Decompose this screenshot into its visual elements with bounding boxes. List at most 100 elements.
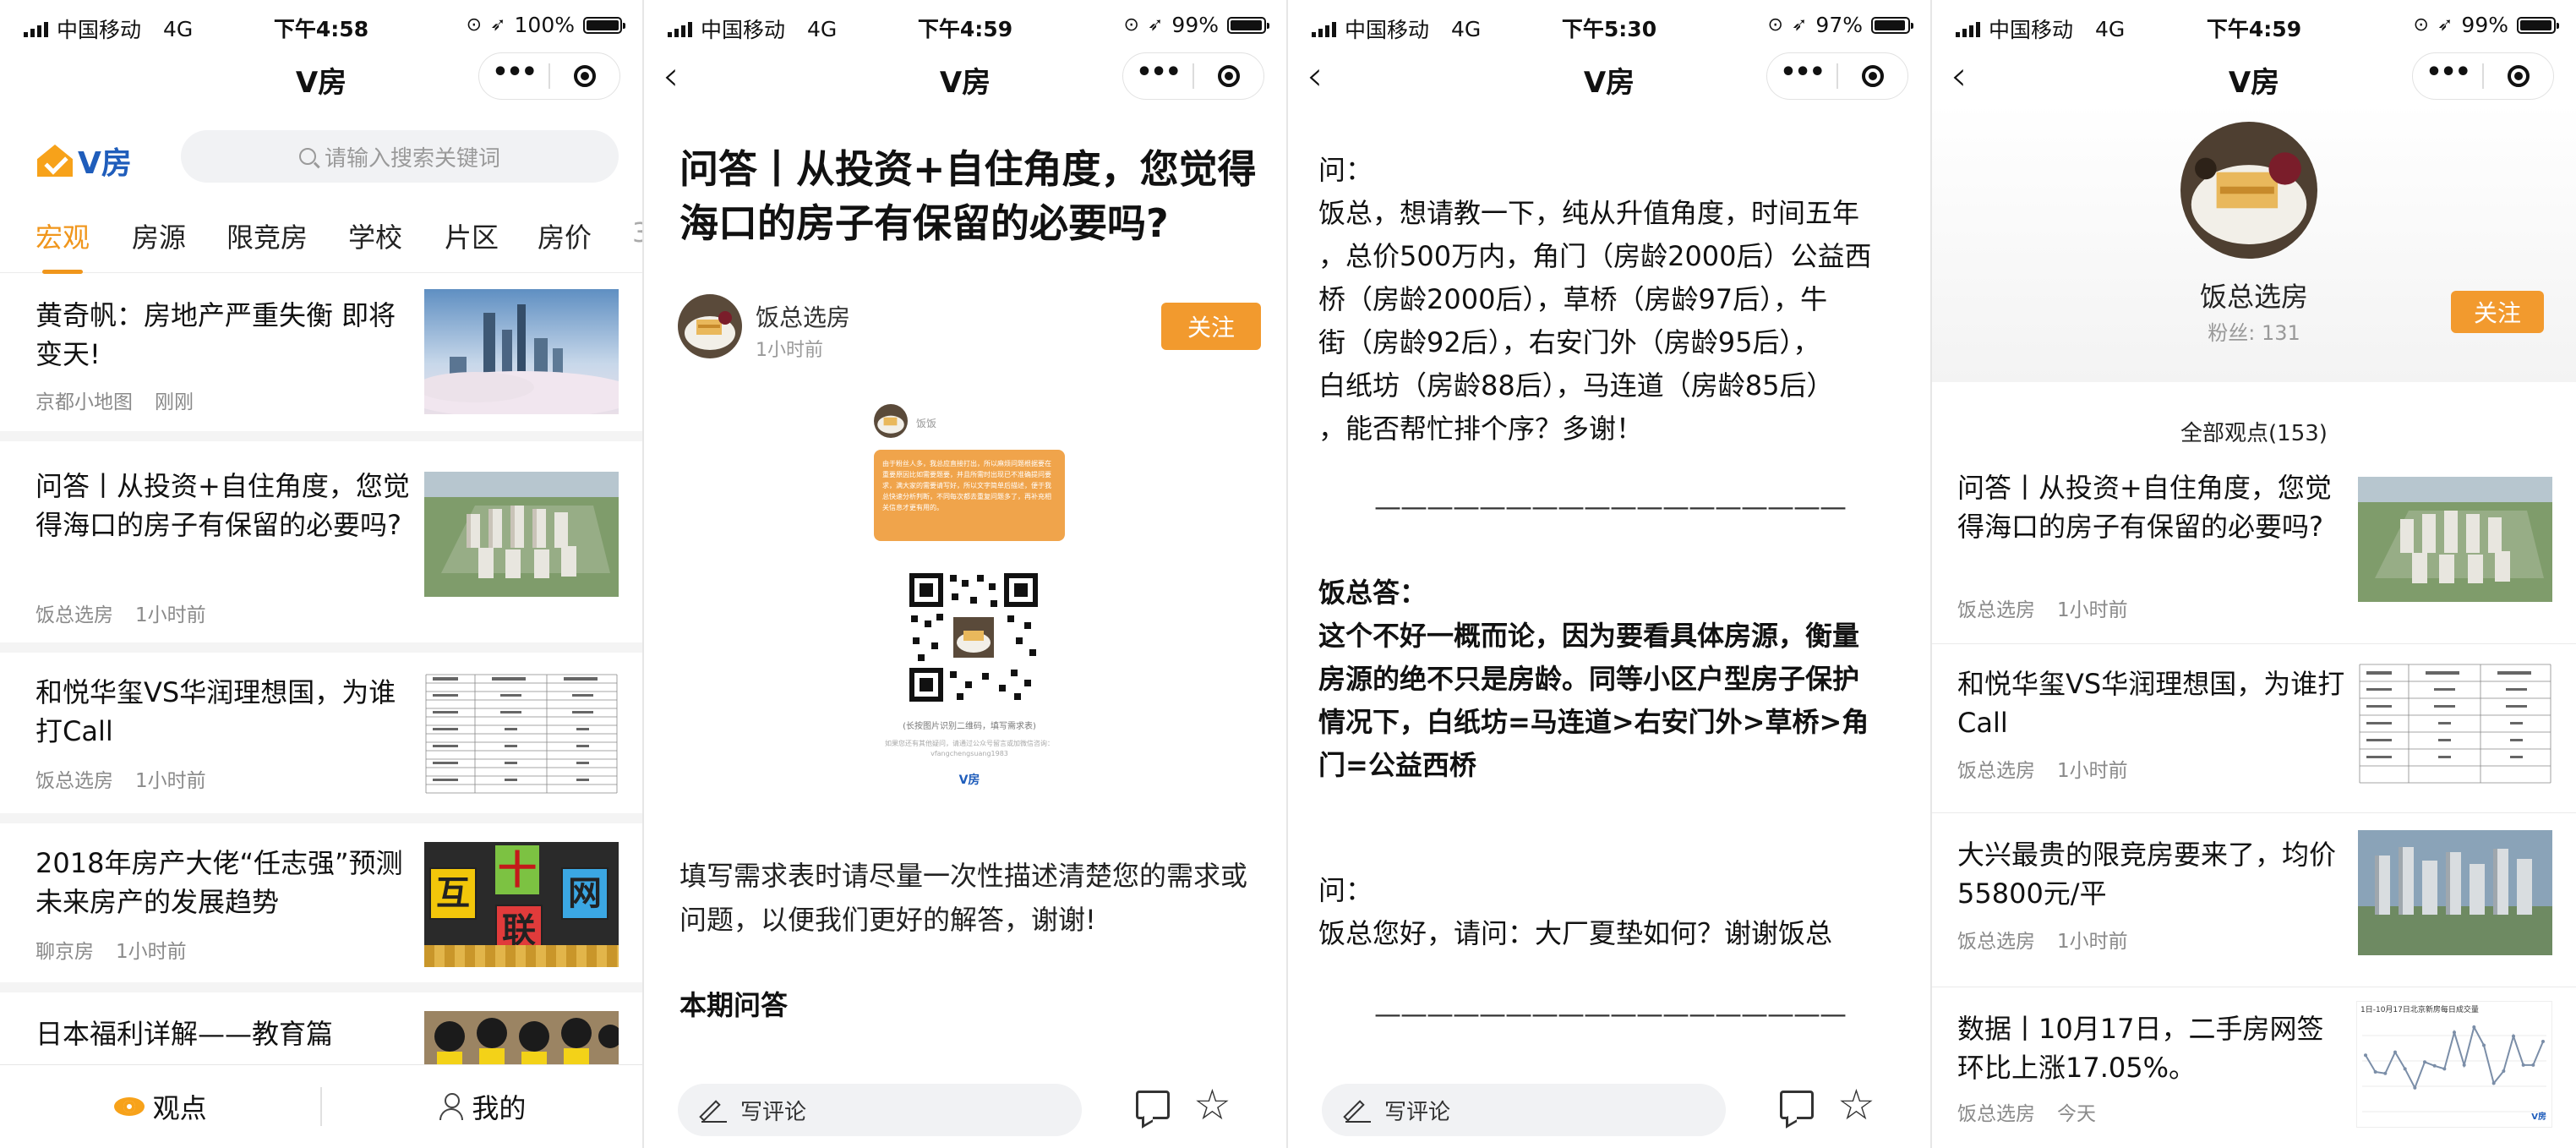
aerial-render-thumbnail <box>424 472 619 597</box>
card-brand: V房 <box>958 774 980 787</box>
battery-icon <box>583 16 625 34</box>
status-bar: 中国移动 4G 下午4:59 ⊙ ➶ 99% <box>1932 0 2576 52</box>
search-icon <box>298 148 316 165</box>
question-label: 问： <box>1318 154 1373 186</box>
list-item[interactable]: 数据丨10月17日，二手房网签环比上涨17.05%。 饭总选房 今天 1日-10月… <box>1932 987 2576 1148</box>
list-time: 1小时前 <box>2057 760 2128 782</box>
comment-input[interactable]: 写评论 <box>1322 1084 1726 1136</box>
tab-districts[interactable]: 片区 <box>445 216 499 255</box>
feed-source: 饭总选房 <box>35 604 113 626</box>
answer-line: 情况下，白纸坊=马连道>右安门外>草桥>角 <box>1318 706 1869 738</box>
chart-thumb-point <box>2472 1025 2476 1029</box>
comment-icon[interactable] <box>1136 1091 1170 1119</box>
tab-macro[interactable]: 宏观 <box>35 216 90 274</box>
close-miniapp-icon[interactable] <box>1194 65 1263 87</box>
list-source: 饭总选房 <box>1957 760 2035 782</box>
tab-prices[interactable]: 房价 <box>538 216 592 255</box>
feed-item[interactable]: 和悦华玺VS华润理想国，为谁打Call 饭总选房 1小时前 <box>0 653 642 823</box>
nav-bar: V房 ••• <box>0 52 642 103</box>
star-icon[interactable]: ☆ <box>1837 1084 1875 1126</box>
star-icon[interactable]: ☆ <box>1193 1084 1231 1126</box>
author-avatar[interactable] <box>678 294 742 358</box>
chart-thumb-point <box>2442 1067 2447 1071</box>
feed-item[interactable]: 2018年房产大佬“任志强”预测未来房产的发展趋势 聊京房 1小时前 互 十 网 … <box>0 823 642 992</box>
feed-title: 黄奇帆：房地产严重失衡 即将变天! <box>35 299 396 370</box>
feed-item[interactable]: 问答丨从投资+自住角度，您觉得海口的房子有保留的必要吗? 饭总选房 1小时前 <box>0 441 642 653</box>
battery-percent: 99% <box>1171 13 1219 37</box>
pencil-icon <box>1345 1097 1371 1123</box>
author-profile-screen: 中国移动 4G 下午4:59 ⊙ ➶ 99% ‹ V房 ••• 饭总选房 粉丝:… <box>1932 0 2576 1148</box>
battery-icon <box>1871 16 1913 34</box>
chart-thumb-point <box>2521 1063 2525 1067</box>
feed-item[interactable]: 黄奇帆：房地产严重失衡 即将变天! 京都小地图 刚刚 <box>0 274 642 441</box>
chart-thumb-point <box>2462 1063 2466 1067</box>
nav-bar: ‹ V房 ••• <box>1932 52 2576 103</box>
person-icon <box>438 1093 464 1120</box>
chart-thumb-point <box>2373 1069 2377 1074</box>
close-miniapp-icon[interactable] <box>550 65 619 87</box>
divider: —————————————————— <box>1374 998 1847 1030</box>
follow-button[interactable]: 关注 <box>2451 291 2544 333</box>
close-miniapp-icon[interactable] <box>2484 65 2553 87</box>
feed-time: 刚刚 <box>155 391 194 413</box>
list-time: 今天 <box>2057 1103 2096 1125</box>
follow-button[interactable]: 关注 <box>1161 303 1261 350</box>
answer-line: 这个不好一概而论，因为要看具体房源，衡量 <box>1318 620 1860 652</box>
comment-input[interactable]: 写评论 <box>678 1084 1082 1136</box>
tab-price-capped[interactable]: 限竞房 <box>226 216 308 255</box>
location-icon: ➶ <box>1147 14 1164 36</box>
tab-listings[interactable]: 房源 <box>132 216 186 255</box>
answer-line: 门=公益西桥 <box>1318 749 1476 781</box>
list-item[interactable]: 问答丨从投资+自住角度，您觉得海口的房子有保留的必要吗? 饭总选房 1小时前 <box>1932 451 2576 644</box>
location-icon: ➶ <box>1791 14 1808 36</box>
publish-time: 1小时前 <box>756 340 823 361</box>
comment-bar: 写评论 ☆ <box>1288 1065 1930 1148</box>
tab-schools[interactable]: 学校 <box>348 216 402 255</box>
chart-thumb-point <box>2531 1063 2535 1067</box>
article-screen: 中国移动 4G 下午4:59 ⊙ ➶ 99% ‹ V房 ••• 问答丨从投资+自… <box>644 0 1288 1148</box>
tab-overflow[interactable]: 3 <box>632 216 642 249</box>
more-icon[interactable]: ••• <box>1767 60 1836 85</box>
list-item[interactable]: 和悦华玺VS华润理想国，为谁打Call 饭总选房 1小时前 <box>1932 644 2576 813</box>
battery-percent: 100% <box>514 13 575 37</box>
house-check-icon <box>35 141 74 180</box>
article-paragraph: 填写需求表时请尽量一次性描述清楚您的需求或问题，以便我们更好的解答，谢谢! <box>679 860 1248 936</box>
close-miniapp-icon[interactable] <box>1838 65 1907 87</box>
card-author: 饭饭 <box>916 418 937 429</box>
battery-percent: 99% <box>2461 13 2508 37</box>
list-time: 1小时前 <box>2057 931 2128 953</box>
list-source: 饭总选房 <box>1957 1103 2035 1125</box>
home-screen: 中国移动 4G 下午4:58 ⊙ ➶ 100% V房 ••• V房 请输入搜索关… <box>0 0 644 1148</box>
question-label: 问： <box>1318 874 1373 906</box>
chart-thumb-point <box>2403 1067 2407 1071</box>
location-icon: ➶ <box>490 14 506 36</box>
eye-icon <box>113 1097 145 1116</box>
feed-title: 日本福利详解——教育篇 <box>35 1018 334 1050</box>
more-icon[interactable]: ••• <box>479 60 548 85</box>
chart-thumb-point <box>2541 1040 2545 1044</box>
qr-code[interactable] <box>906 570 1041 705</box>
more-icon[interactable]: ••• <box>1123 60 1192 85</box>
search-input[interactable]: 请输入搜索关键词 <box>181 130 619 183</box>
tab-mine[interactable]: 我的 <box>322 1087 642 1126</box>
question-line: 饭总您好，请问：大厂夏垫如何？谢谢饭总 <box>1318 917 1833 949</box>
feed-title: 问答丨从投资+自住角度，您觉得海口的房子有保留的必要吗? <box>35 470 410 541</box>
list-time: 1小时前 <box>2057 599 2128 621</box>
question-line: 桥（房龄2000后），草桥（房龄97后），牛 <box>1318 283 1828 315</box>
author-name[interactable]: 饭总选房 <box>756 299 850 333</box>
chart-thumb-point <box>2453 1030 2456 1035</box>
miniapp-capsule: ••• <box>1122 52 1264 100</box>
question-line: ，总价500万内，角门（房龄2000后）公益西 <box>1318 240 1872 272</box>
comparison-table-thumbnail <box>2358 661 2552 786</box>
lock-rotation-icon: ⊙ <box>1767 14 1783 36</box>
list-item[interactable]: 大兴最贵的限竞房要来了，均价55800元/平 饭总选房 1小时前 <box>1932 813 2576 987</box>
category-tabs: 宏观 房源 限竞房 学校 片区 房价 3 <box>0 211 642 274</box>
chart-thumb-point <box>2364 1053 2367 1058</box>
list-title: 大兴最贵的限竞房要来了，均价55800元/平 <box>1957 839 2337 910</box>
question-line: 饭总，想请教一下，纯从升值角度，时间五年 <box>1318 197 1860 229</box>
nav-bar: ‹ V房 ••• <box>644 52 1286 103</box>
bottom-tab-bar: 观点 我的 <box>0 1064 642 1148</box>
comment-icon[interactable] <box>1780 1091 1814 1119</box>
tab-views[interactable]: 观点 <box>0 1087 320 1126</box>
more-icon[interactable]: ••• <box>2413 60 2482 85</box>
